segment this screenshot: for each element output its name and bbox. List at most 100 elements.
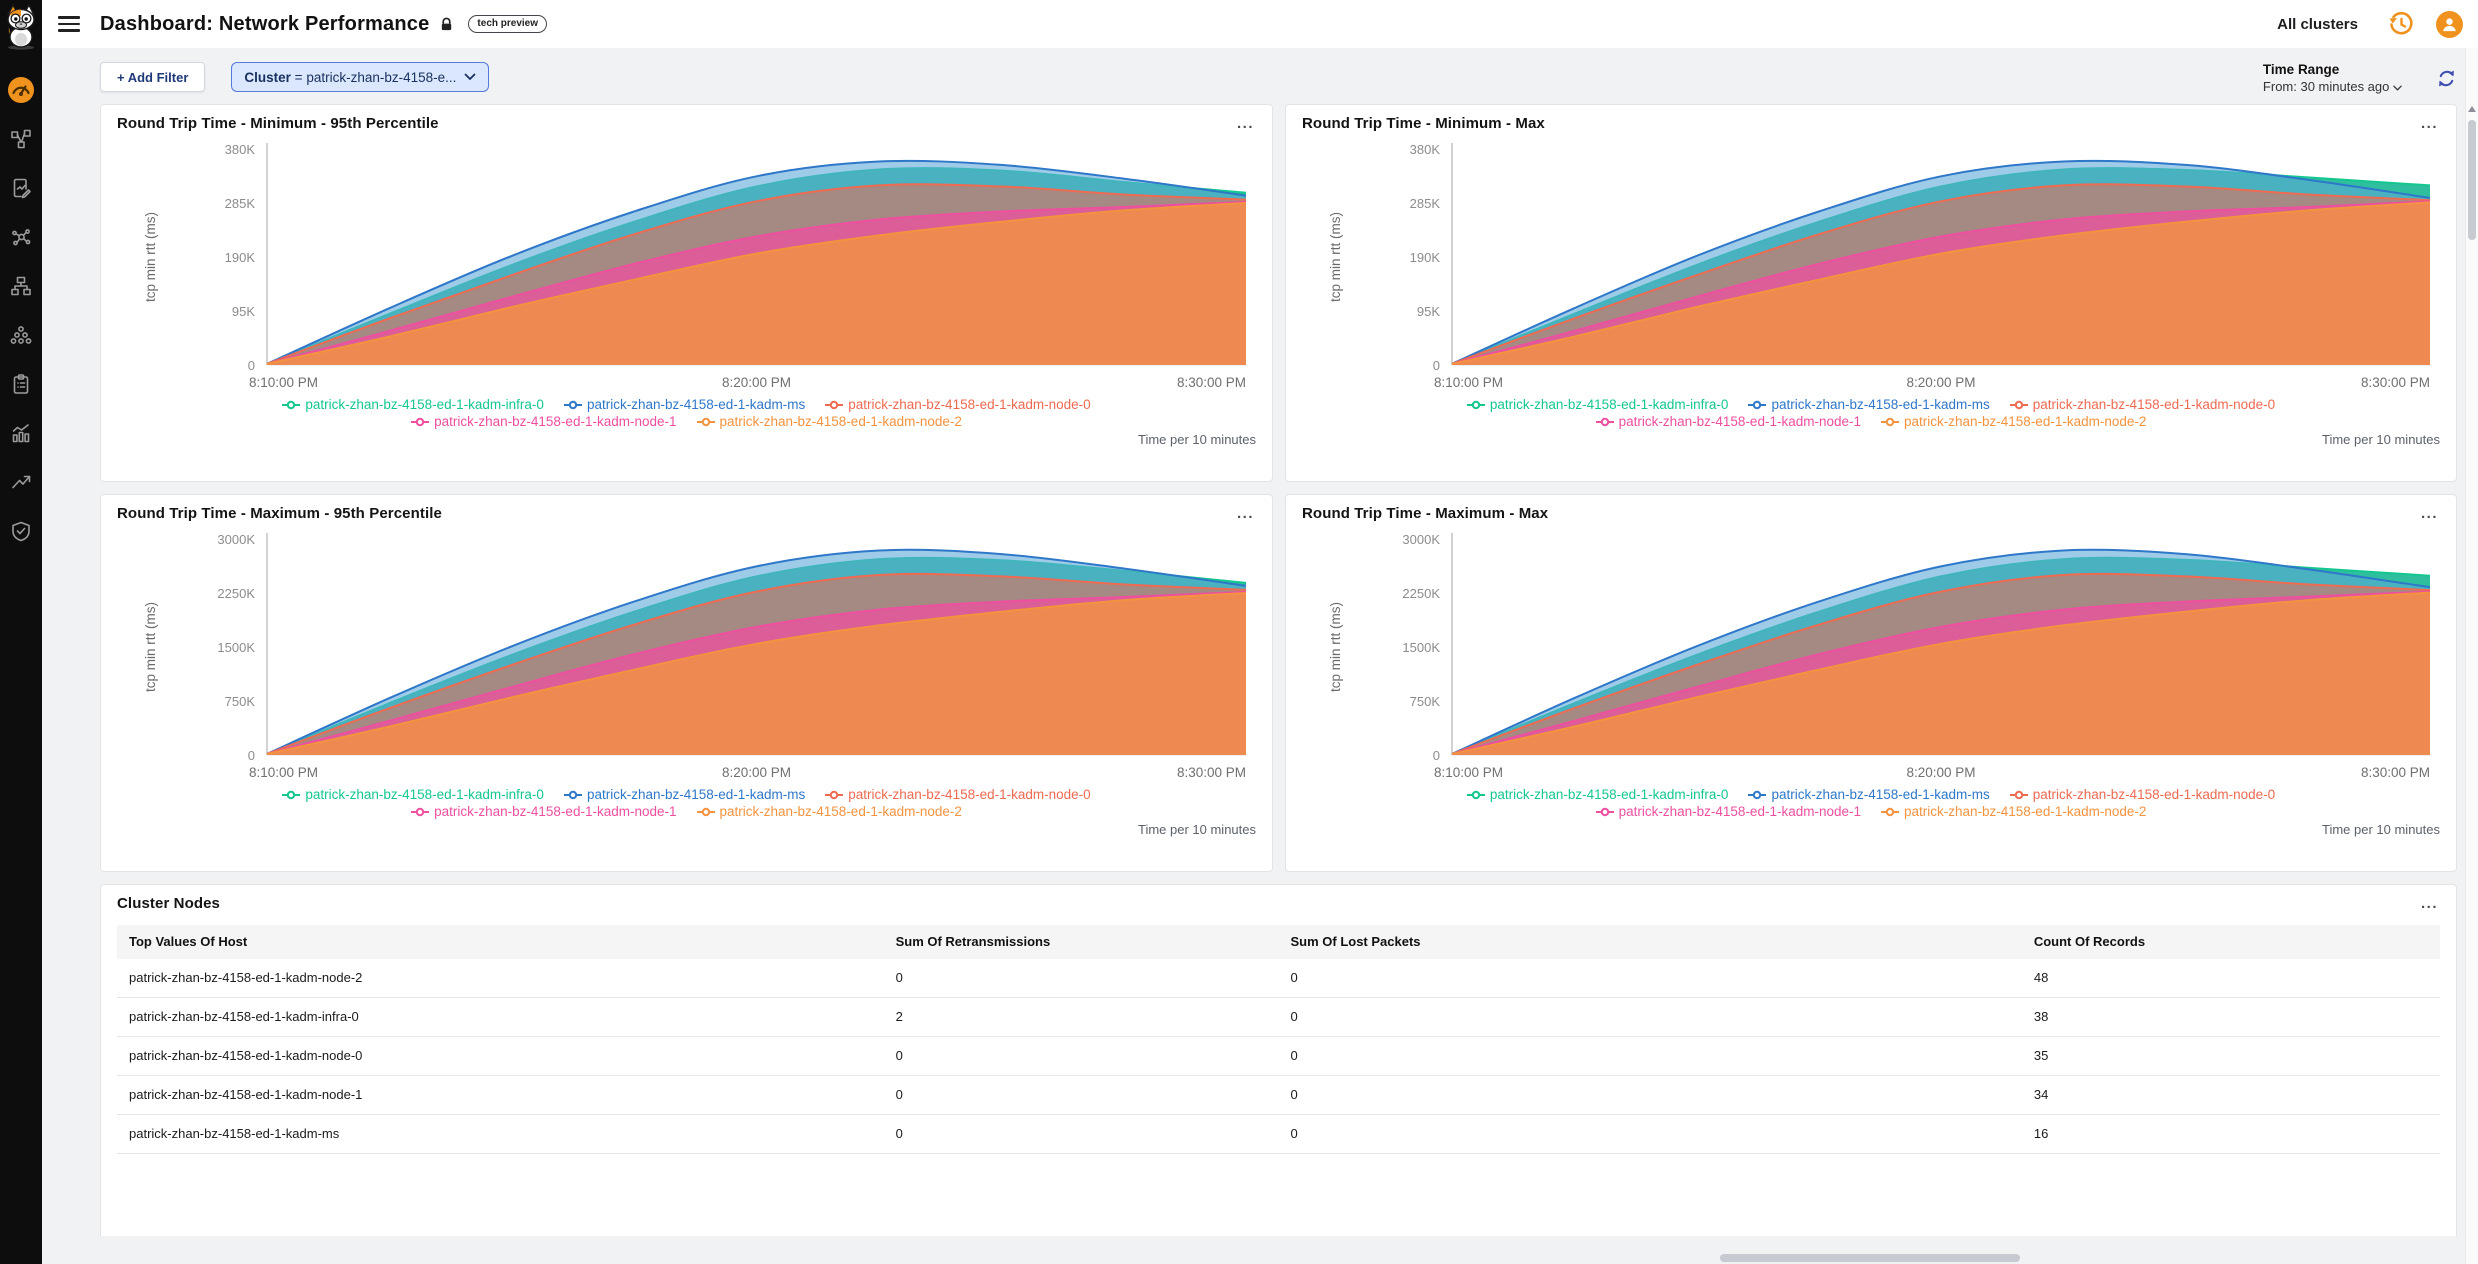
series-marker-icon xyxy=(1596,806,1614,818)
refresh-icon[interactable] xyxy=(2436,68,2457,94)
table-cell: 0 xyxy=(884,959,1279,997)
series-marker-icon xyxy=(2010,789,2028,801)
legend-item[interactable]: patrick-zhan-bz-4158-ed-1-kadm-ms xyxy=(564,787,805,802)
svg-text:tcp min rtt (ms): tcp min rtt (ms) xyxy=(1328,212,1343,302)
scrollbar-up-arrow[interactable] xyxy=(2468,106,2476,112)
sidebar-item-topology-icon[interactable] xyxy=(7,125,35,153)
svg-text:380K: 380K xyxy=(225,142,256,157)
legend-item[interactable]: patrick-zhan-bz-4158-ed-1-kadm-ms xyxy=(1748,397,1989,412)
panel-title: Round Trip Time - Maximum - Max xyxy=(1302,505,1548,522)
table-row: patrick-zhan-bz-4158-ed-1-kadm-ms0016 xyxy=(117,1115,2440,1154)
table-row: patrick-zhan-bz-4158-ed-1-kadm-node-2004… xyxy=(117,959,2440,998)
sidebar-item-analytics-icon[interactable] xyxy=(7,419,35,447)
svg-text:tcp min rtt (ms): tcp min rtt (ms) xyxy=(143,212,158,302)
chart-panel-rtt-min-95th: Round Trip Time - Minimum - 95th Percent… xyxy=(100,104,1273,482)
svg-text:2250K: 2250K xyxy=(1402,586,1440,601)
svg-text:95K: 95K xyxy=(232,304,255,319)
svg-text:8:30:00 PM: 8:30:00 PM xyxy=(2361,375,2430,390)
svg-text:190K: 190K xyxy=(1410,250,1441,265)
table-cell: 34 xyxy=(2022,1076,2440,1114)
time-range-from-dropdown[interactable]: From: 30 minutes ago xyxy=(2263,79,2402,94)
legend-item[interactable]: patrick-zhan-bz-4158-ed-1-kadm-node-2 xyxy=(1881,414,2146,429)
table-cell: patrick-zhan-bz-4158-ed-1-kadm-ms xyxy=(117,1115,884,1153)
panel-menu-ellipsis-icon[interactable]: ... xyxy=(2419,115,2440,133)
table-cell: patrick-zhan-bz-4158-ed-1-kadm-node-2 xyxy=(117,959,884,997)
svg-text:0: 0 xyxy=(1433,358,1440,373)
series-marker-icon xyxy=(411,806,429,818)
cluster-nodes-table: Top Values Of HostSum Of Retransmissions… xyxy=(117,925,2440,1154)
table-cell: patrick-zhan-bz-4158-ed-1-kadm-node-0 xyxy=(117,1037,884,1075)
sidebar-item-trends-icon[interactable] xyxy=(7,468,35,496)
app-logo-cat-mascot[interactable] xyxy=(1,4,41,50)
chevron-down-icon xyxy=(464,73,476,81)
sidebar-item-report-edit-icon[interactable] xyxy=(7,174,35,202)
svg-text:750K: 750K xyxy=(225,694,256,709)
legend-item[interactable]: patrick-zhan-bz-4158-ed-1-kadm-node-2 xyxy=(697,804,962,819)
svg-text:95K: 95K xyxy=(1417,304,1440,319)
series-marker-icon xyxy=(697,806,715,818)
add-filter-button[interactable]: + Add Filter xyxy=(100,62,205,92)
table-row: patrick-zhan-bz-4158-ed-1-kadm-node-1003… xyxy=(117,1076,2440,1115)
time-range-label: Time Range xyxy=(2263,62,2402,77)
panel-menu-ellipsis-icon[interactable]: ... xyxy=(1235,505,1256,523)
svg-text:3000K: 3000K xyxy=(1402,532,1440,547)
chart-legend: patrick-zhan-bz-4158-ed-1-kadm-infra-0 p… xyxy=(147,397,1227,429)
legend-item[interactable]: patrick-zhan-bz-4158-ed-1-kadm-node-1 xyxy=(411,414,676,429)
history-icon[interactable] xyxy=(2388,11,2414,37)
table-column-header: Sum Of Retransmissions xyxy=(884,925,1279,959)
series-marker-icon xyxy=(411,416,429,428)
time-axis-note: Time per 10 minutes xyxy=(117,432,1256,447)
legend-item[interactable]: patrick-zhan-bz-4158-ed-1-kadm-node-0 xyxy=(825,787,1090,802)
chart-legend: patrick-zhan-bz-4158-ed-1-kadm-infra-0 p… xyxy=(1331,787,2411,819)
panel-menu-ellipsis-icon[interactable]: ... xyxy=(2419,895,2440,913)
legend-item[interactable]: patrick-zhan-bz-4158-ed-1-kadm-node-1 xyxy=(1596,804,1861,819)
table-cell: 35 xyxy=(2022,1037,2440,1075)
charts-grid: Round Trip Time - Minimum - 95th Percent… xyxy=(100,104,2457,872)
page-title: Dashboard: Network Performance xyxy=(100,13,429,36)
legend-item[interactable]: patrick-zhan-bz-4158-ed-1-kadm-ms xyxy=(1748,787,1989,802)
table-cell: patrick-zhan-bz-4158-ed-1-kadm-node-1 xyxy=(117,1076,884,1114)
svg-text:190K: 190K xyxy=(225,250,256,265)
legend-item[interactable]: patrick-zhan-bz-4158-ed-1-kadm-infra-0 xyxy=(282,787,544,802)
panel-menu-ellipsis-icon[interactable]: ... xyxy=(2419,505,2440,523)
chevron-down-icon xyxy=(2393,85,2402,91)
vertical-scrollbar-thumb[interactable] xyxy=(2468,120,2476,240)
series-marker-icon xyxy=(697,416,715,428)
app-sidebar xyxy=(0,0,42,1264)
sidebar-item-clipboard-icon[interactable] xyxy=(7,370,35,398)
time-axis-note: Time per 10 minutes xyxy=(1302,822,2440,837)
sidebar-item-security-shield-icon[interactable] xyxy=(7,517,35,545)
svg-text:tcp min rtt (ms): tcp min rtt (ms) xyxy=(1328,602,1343,692)
legend-item[interactable]: patrick-zhan-bz-4158-ed-1-kadm-node-1 xyxy=(411,804,676,819)
sidebar-item-connections-icon[interactable] xyxy=(7,223,35,251)
sidebar-item-cluster-nodes-icon[interactable] xyxy=(7,321,35,349)
sidebar-item-dashboards-gauge-icon[interactable] xyxy=(7,76,35,104)
chart-legend: patrick-zhan-bz-4158-ed-1-kadm-infra-0 p… xyxy=(1331,397,2411,429)
time-axis-note: Time per 10 minutes xyxy=(1302,432,2440,447)
table-cell: 0 xyxy=(1278,1115,2021,1153)
lock-icon xyxy=(439,17,454,32)
legend-item[interactable]: patrick-zhan-bz-4158-ed-1-kadm-node-2 xyxy=(1881,804,2146,819)
legend-item[interactable]: patrick-zhan-bz-4158-ed-1-kadm-node-0 xyxy=(2010,787,2275,802)
legend-item[interactable]: patrick-zhan-bz-4158-ed-1-kadm-infra-0 xyxy=(1467,397,1729,412)
table-cell: patrick-zhan-bz-4158-ed-1-kadm-infra-0 xyxy=(117,998,884,1036)
svg-text:8:20:00 PM: 8:20:00 PM xyxy=(722,765,791,780)
legend-item[interactable]: patrick-zhan-bz-4158-ed-1-kadm-node-1 xyxy=(1596,414,1861,429)
series-marker-icon xyxy=(564,789,582,801)
cluster-filter-chip[interactable]: Cluster = patrick-zhan-bz-4158-e... xyxy=(231,62,489,92)
panel-menu-ellipsis-icon[interactable]: ... xyxy=(1235,115,1256,133)
legend-item[interactable]: patrick-zhan-bz-4158-ed-1-kadm-ms xyxy=(564,397,805,412)
vertical-scrollbar[interactable] xyxy=(2465,48,2478,1264)
legend-item[interactable]: patrick-zhan-bz-4158-ed-1-kadm-infra-0 xyxy=(1467,787,1729,802)
legend-item[interactable]: patrick-zhan-bz-4158-ed-1-kadm-node-2 xyxy=(697,414,962,429)
user-avatar[interactable] xyxy=(2436,11,2463,38)
horizontal-scrollbar-thumb[interactable] xyxy=(1720,1254,2020,1262)
legend-item[interactable]: patrick-zhan-bz-4158-ed-1-kadm-node-0 xyxy=(2010,397,2275,412)
sidebar-item-sitemap-icon[interactable] xyxy=(7,272,35,300)
all-clusters-selector[interactable]: All clusters xyxy=(2277,16,2358,33)
svg-text:8:20:00 PM: 8:20:00 PM xyxy=(1906,375,1975,390)
svg-text:285K: 285K xyxy=(225,196,256,211)
menu-hamburger-icon[interactable] xyxy=(58,16,80,32)
legend-item[interactable]: patrick-zhan-bz-4158-ed-1-kadm-infra-0 xyxy=(282,397,544,412)
legend-item[interactable]: patrick-zhan-bz-4158-ed-1-kadm-node-0 xyxy=(825,397,1090,412)
